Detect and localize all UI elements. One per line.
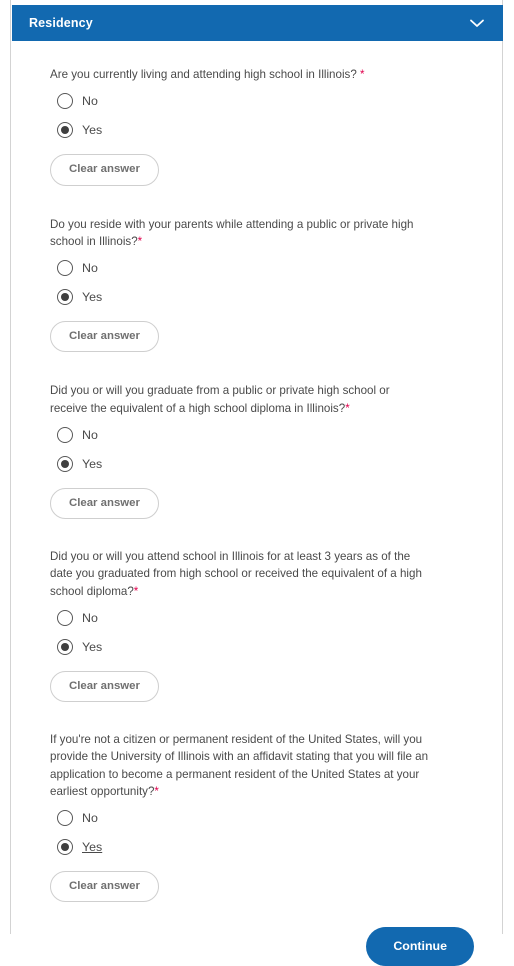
radio-option-label: No bbox=[82, 427, 98, 442]
question-block: Do you reside with your parents while at… bbox=[11, 216, 502, 353]
question-block: Did you or will you graduate from a publ… bbox=[11, 382, 502, 520]
clear-answer-button[interactable]: Clear answer bbox=[50, 487, 159, 520]
radio-option-label: Yes bbox=[82, 289, 103, 304]
clear-answer-button[interactable]: Clear answer bbox=[50, 154, 159, 186]
residency-form: Are you currently living and attending h… bbox=[11, 41, 502, 966]
radio-icon[interactable] bbox=[57, 426, 73, 443]
radio-group: No Yes bbox=[50, 423, 502, 476]
required-marker: * bbox=[137, 234, 143, 248]
radio-option-label: No bbox=[82, 610, 98, 625]
radio-icon-selected[interactable] bbox=[57, 638, 73, 655]
question-label: Do you reside with your parents while at… bbox=[50, 217, 414, 248]
required-marker: * bbox=[154, 784, 159, 798]
form-footer: Continue bbox=[11, 927, 502, 966]
question-label: Are you currently living and attending h… bbox=[50, 68, 365, 81]
required-marker: * bbox=[356, 68, 365, 81]
radio-icon-selected[interactable] bbox=[57, 289, 73, 306]
page-root: Residency Are you currently living and a… bbox=[0, 0, 514, 966]
question-block: Did you or will you attend school in Ill… bbox=[11, 548, 502, 703]
radio-option-label: Yes bbox=[82, 456, 103, 471]
radio-option-label: No bbox=[82, 260, 98, 275]
clear-answer-button[interactable]: Clear answer bbox=[50, 321, 159, 353]
radio-icon[interactable] bbox=[57, 810, 73, 827]
radio-icon-selected[interactable] bbox=[57, 455, 73, 472]
radio-option-label: Yes bbox=[82, 839, 103, 854]
radio-option-no[interactable]: No bbox=[57, 423, 502, 447]
radio-option-label: No bbox=[82, 810, 98, 825]
chevron-down-icon[interactable] bbox=[467, 13, 487, 33]
clear-answer-button[interactable]: Clear answer bbox=[50, 670, 159, 703]
radio-option-label: No bbox=[82, 94, 98, 108]
radio-icon-selected[interactable] bbox=[57, 122, 73, 139]
question-block: Are you currently living and attending h… bbox=[11, 66, 502, 186]
radio-option-yes[interactable]: Yes bbox=[57, 835, 502, 859]
radio-group: No Yes bbox=[50, 89, 502, 142]
required-marker: * bbox=[133, 584, 139, 598]
radio-option-no[interactable]: No bbox=[57, 806, 502, 830]
radio-icon-selected[interactable] bbox=[57, 839, 73, 856]
section-header-residency[interactable]: Residency bbox=[12, 5, 503, 41]
radio-group: No Yes bbox=[50, 606, 502, 659]
radio-option-label: Yes bbox=[82, 123, 103, 137]
radio-icon[interactable] bbox=[57, 93, 73, 110]
radio-option-no[interactable]: No bbox=[57, 256, 502, 280]
radio-option-yes[interactable]: Yes bbox=[57, 452, 502, 476]
question-label: If you're not a citizen or permanent res… bbox=[50, 733, 429, 798]
radio-group: No Yes bbox=[50, 806, 502, 859]
question-block: If you're not a citizen or permanent res… bbox=[11, 731, 502, 903]
radio-option-no[interactable]: No bbox=[57, 89, 502, 113]
question-label: Did you or will you graduate from a publ… bbox=[50, 384, 390, 415]
radio-option-label: Yes bbox=[82, 639, 103, 654]
radio-icon[interactable] bbox=[57, 260, 73, 277]
radio-icon[interactable] bbox=[57, 609, 73, 626]
radio-option-yes[interactable]: Yes bbox=[57, 635, 502, 659]
radio-option-yes[interactable]: Yes bbox=[57, 285, 502, 309]
radio-group: No Yes bbox=[50, 256, 502, 309]
section-title: Residency bbox=[29, 15, 93, 30]
residency-card: Residency Are you currently living and a… bbox=[10, 0, 503, 966]
radio-option-yes[interactable]: Yes bbox=[57, 118, 502, 142]
radio-option-no[interactable]: No bbox=[57, 606, 502, 630]
question-label: Did you or will you attend school in Ill… bbox=[50, 550, 422, 598]
continue-button[interactable]: Continue bbox=[366, 927, 474, 966]
clear-answer-button[interactable]: Clear answer bbox=[50, 871, 159, 903]
required-marker: * bbox=[345, 401, 350, 415]
